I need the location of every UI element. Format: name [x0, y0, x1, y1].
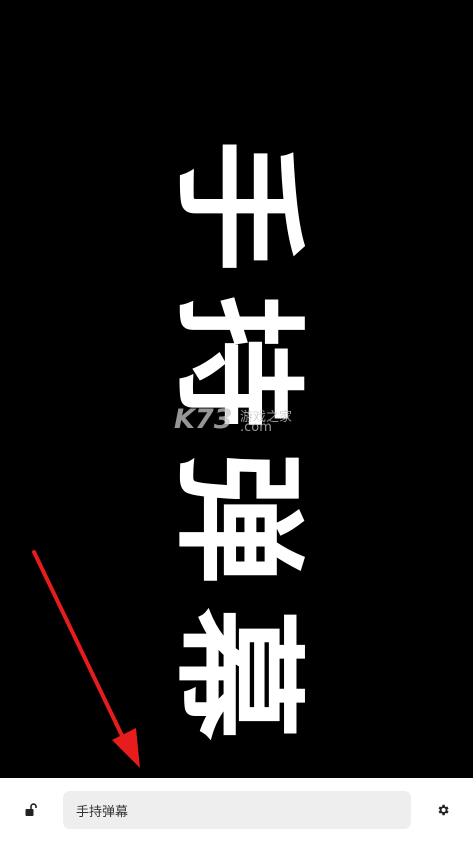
watermark-domain: .com — [240, 420, 272, 435]
danmaku-text: 手持弹幕 — [159, 140, 314, 764]
bottom-input-bar — [0, 778, 473, 841]
app-screen: 手持弹幕 K73 游戏之家 .com — [0, 0, 473, 841]
settings-button[interactable] — [432, 799, 454, 821]
gear-icon — [438, 804, 449, 816]
watermark-brand: K73 — [174, 404, 233, 435]
danmaku-text-input[interactable] — [63, 791, 411, 829]
lock-button[interactable] — [20, 799, 42, 821]
watermark-logo: K73 游戏之家 .com — [174, 404, 304, 438]
danmaku-display: 手持弹幕 K73 游戏之家 .com — [0, 0, 473, 778]
lock-open-icon — [25, 803, 37, 816]
